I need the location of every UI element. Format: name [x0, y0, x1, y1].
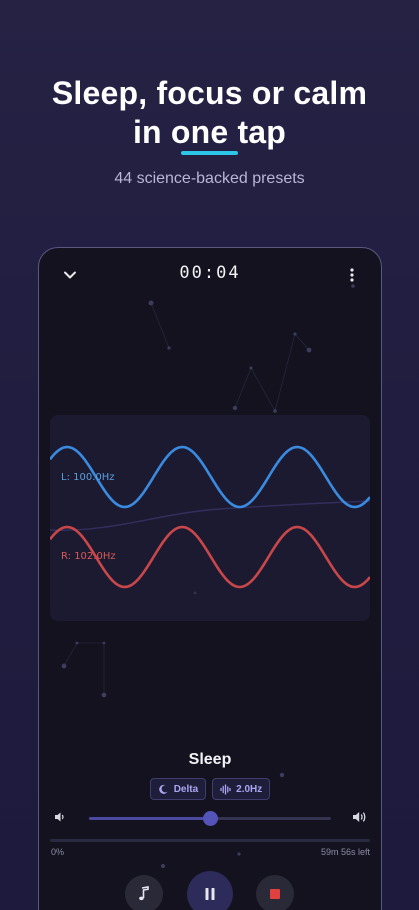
binaural-wave-visualizer: L: 100.0Hz R: 102.0Hz	[50, 415, 370, 621]
playback-controls	[39, 871, 381, 910]
time-remaining-label: 59m 56s left	[320, 847, 370, 857]
volume-slider-thumb[interactable]	[203, 811, 218, 826]
promo-subtitle: 44 science-backed presets	[114, 170, 305, 187]
volume-high-icon[interactable]	[352, 810, 368, 824]
headline-accent-underline	[181, 151, 238, 155]
volume-slider[interactable]	[89, 811, 331, 826]
music-note-icon	[139, 886, 149, 901]
preset-chips: Delta 2.0Hz	[39, 778, 381, 800]
right-frequency-label: R: 102.0Hz	[61, 551, 116, 562]
band-chip: Delta	[149, 778, 207, 800]
stop-icon	[270, 889, 280, 899]
stop-button[interactable]	[256, 875, 294, 910]
volume-low-icon[interactable]	[54, 811, 66, 823]
session-timer: 00:04	[179, 263, 241, 283]
preset-title: Sleep	[188, 751, 232, 768]
moon-icon	[158, 784, 168, 794]
progress-percent-label: 0%	[51, 847, 65, 857]
waveform-icon	[220, 783, 231, 795]
sound-picker-button[interactable]	[125, 875, 163, 910]
phone-frame: 00:04 L: 100.0Hz R: 102.0Hz Sleep Delta	[38, 247, 382, 910]
headline-line-2: in one tap	[132, 114, 287, 150]
player-top-bar: 00:04	[39, 262, 381, 288]
pause-button[interactable]	[187, 871, 233, 910]
more-vertical-icon[interactable]	[349, 267, 355, 283]
headline-line-1: Sleep, focus or calm	[51, 75, 368, 111]
beat-frequency-chip: 2.0Hz	[212, 778, 271, 800]
pause-icon	[205, 888, 215, 900]
beat-frequency-label: 2.0Hz	[236, 783, 263, 795]
left-frequency-label: L: 100.0Hz	[61, 472, 115, 483]
volume-slider-fill	[89, 817, 210, 820]
band-chip-label: Delta	[173, 783, 199, 795]
promo-headline: Sleep, focus or calm in one tap	[0, 74, 419, 152]
session-progress-bar[interactable]	[50, 839, 370, 842]
volume-control	[39, 808, 381, 828]
wave-chart	[50, 445, 370, 589]
